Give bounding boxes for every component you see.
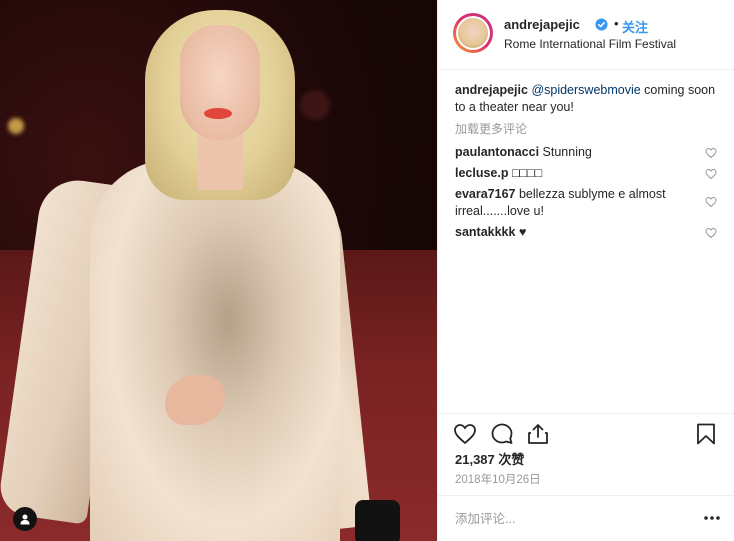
post-date: 2018年10月26日 [455, 474, 541, 486]
author-username[interactable]: andrejapejic [504, 17, 580, 32]
verified-badge-icon [595, 18, 608, 31]
comment-text: Stunning [542, 145, 592, 159]
bokeh-light [300, 90, 330, 120]
figure-dress [90, 160, 340, 541]
comment-text: ♥ [518, 225, 527, 239]
heart-icon[interactable] [453, 422, 477, 446]
comment-icon[interactable] [490, 422, 514, 446]
figure-face [180, 25, 260, 140]
caption-username[interactable]: andrejapejic [455, 83, 528, 97]
likes-count[interactable]: 21,387 次赞 [455, 449, 524, 468]
load-more-comments-button[interactable]: 加载更多评论 [455, 120, 527, 137]
comment-username[interactable]: evara7167 [455, 187, 515, 201]
post-header: andrejapejic • 关注 Rome International Fil… [438, 0, 734, 70]
bookmark-icon[interactable] [694, 422, 718, 446]
follow-button[interactable]: 关注 [622, 17, 648, 36]
comment-heart-icon[interactable] [705, 196, 717, 208]
comment-heart-icon[interactable] [705, 227, 717, 239]
instagram-post: andrejapejic • 关注 Rome International Fil… [0, 0, 734, 541]
post-actions-bar [438, 413, 734, 454]
comment-username[interactable]: santakkkk [455, 225, 515, 239]
comment-username[interactable]: lecluse.p [455, 166, 509, 180]
more-dots-icon[interactable] [702, 508, 722, 528]
comment-text: □□□□ [511, 166, 543, 180]
comment-heart-icon[interactable] [705, 168, 717, 180]
post-caption: andrejapejic @spiderswebmovie coming soo… [455, 82, 723, 116]
comments-list: andrejapejic @spiderswebmovie coming soo… [438, 70, 734, 410]
comment-username[interactable]: paulantonacci [455, 145, 539, 159]
caption-mention[interactable]: @spiderswebmovie [531, 83, 640, 97]
share-icon[interactable] [526, 422, 550, 446]
bokeh-light [8, 118, 24, 134]
separator-dot: • [614, 16, 619, 31]
post-side-panel: andrejapejic • 关注 Rome International Fil… [437, 0, 734, 541]
figure-clutch [355, 500, 400, 541]
comment-item: evara7167 bellezza sublyme e almost irre… [455, 186, 695, 220]
figure-lips [204, 108, 232, 119]
comment-item: lecluse.p □□□□ [455, 165, 695, 182]
avatar[interactable] [453, 13, 493, 53]
comment-item: paulantonacci Stunning [455, 144, 695, 161]
add-comment-section [438, 495, 734, 541]
user-tag-icon[interactable] [13, 507, 37, 531]
add-comment-input[interactable] [453, 508, 687, 530]
comment-heart-icon[interactable] [705, 147, 717, 159]
post-location[interactable]: Rome International Film Festival [504, 37, 676, 51]
comment-item: santakkkk ♥ [455, 224, 695, 241]
post-photo[interactable] [0, 0, 437, 541]
